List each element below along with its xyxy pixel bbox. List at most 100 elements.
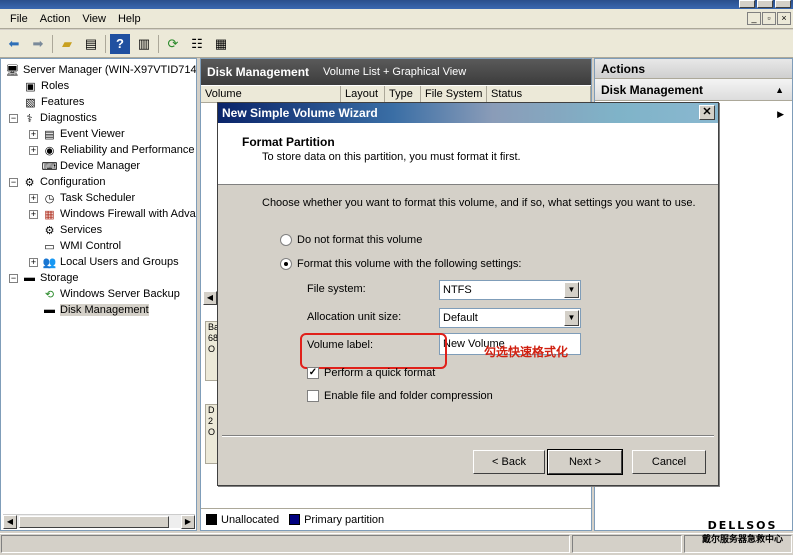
menu-action[interactable]: Action: [34, 13, 77, 25]
minimize-button[interactable]: [739, 0, 755, 8]
help-icon[interactable]: ?: [110, 33, 130, 54]
tree-item-device-manager[interactable]: ⌨ Device Manager: [42, 158, 141, 174]
close-button[interactable]: [775, 0, 791, 8]
watermark-brand: DELLSOS: [707, 519, 778, 532]
back-icon[interactable]: ⬅: [4, 34, 24, 54]
more-actions-icon[interactable]: ▶: [777, 109, 784, 120]
legend-unallocated: Unallocated: [221, 513, 280, 526]
menu-help[interactable]: Help: [112, 13, 147, 25]
instruction-text: Choose whether you want to format this v…: [262, 197, 696, 209]
tree-item-storage[interactable]: − ▬ Storage: [9, 270, 79, 286]
tree-horizontal-scrollbar[interactable]: ◀ ▶: [3, 514, 195, 529]
tree-item-services[interactable]: ⚙ Services: [42, 222, 103, 238]
chevron-up-icon[interactable]: ▲: [775, 79, 784, 101]
tree-item-configuration[interactable]: − ⚙ Configuration: [9, 174, 105, 190]
maximize-button[interactable]: [757, 0, 773, 8]
tree-item-wmi[interactable]: ▭ WMI Control: [42, 238, 121, 254]
tree-item-server-manager[interactable]: 🖥 Server Manager (WIN-X97VTID714: [5, 62, 197, 78]
checkbox-checked-icon[interactable]: ✓: [307, 367, 319, 379]
firewall-icon: ▦: [44, 208, 55, 221]
action-pane-icon[interactable]: ▥: [134, 34, 154, 54]
new-simple-volume-wizard: New Simple Volume Wizard ✕ Format Partit…: [217, 102, 719, 486]
column-status[interactable]: Status: [487, 86, 591, 103]
export-icon[interactable]: ▦: [211, 34, 231, 54]
menu-view[interactable]: View: [76, 13, 112, 25]
collapse-icon[interactable]: −: [9, 177, 18, 187]
chevron-down-icon[interactable]: ▼: [564, 282, 579, 298]
tree-item-event-viewer[interactable]: + ▤ Event Viewer: [29, 126, 125, 142]
menu-file[interactable]: File: [4, 13, 34, 25]
checkbox-icon[interactable]: [307, 390, 319, 402]
next-button[interactable]: Next >: [547, 449, 623, 475]
show-hide-tree-icon[interactable]: ▤: [81, 34, 101, 54]
tree-item-roles[interactable]: ▣ Roles: [23, 78, 69, 94]
expand-icon[interactable]: +: [29, 257, 38, 267]
users-icon: 👥: [42, 256, 57, 269]
cancel-button[interactable]: Cancel: [632, 450, 706, 474]
column-type[interactable]: Type: [385, 86, 421, 103]
pane-title: Disk Management: [207, 65, 310, 79]
legend-primary: Primary partition: [304, 513, 385, 526]
radio-do-not-format[interactable]: Do not format this volume: [280, 234, 422, 246]
mdi-restore-button[interactable]: ▫: [762, 12, 776, 25]
compression-checkbox[interactable]: Enable file and folder compression: [307, 390, 493, 402]
expand-icon[interactable]: +: [29, 129, 38, 139]
mdi-close-button[interactable]: ×: [777, 12, 791, 25]
tree-item-backup[interactable]: ⟲ Windows Server Backup: [42, 286, 180, 302]
refresh-icon[interactable]: ⟳: [163, 34, 183, 54]
tree-item-diagnostics[interactable]: − ⚕ Diagnostics: [9, 110, 97, 126]
actions-header: Actions: [595, 59, 792, 79]
services-icon: ⚙: [44, 224, 55, 237]
forward-icon[interactable]: ➡: [28, 34, 48, 54]
wmi-icon: ▭: [44, 240, 55, 253]
column-layout[interactable]: Layout: [341, 86, 385, 103]
tree-item-label: Diagnostics: [40, 112, 97, 124]
pane-subtitle: Volume List + Graphical View: [323, 66, 467, 78]
actions-section-disk-management[interactable]: Disk Management ▲: [595, 79, 792, 101]
up-folder-icon[interactable]: ▰: [57, 34, 77, 54]
chevron-down-icon[interactable]: ▼: [564, 310, 579, 326]
collapse-icon[interactable]: −: [9, 113, 18, 123]
tree-item-features[interactable]: ▧ Features: [23, 94, 84, 110]
scroll-thumb[interactable]: [19, 516, 169, 528]
expand-icon[interactable]: +: [29, 209, 38, 219]
tree-item-label: Windows Server Backup: [60, 288, 180, 300]
radio-button[interactable]: [280, 234, 292, 246]
storage-icon: ▬: [24, 272, 35, 284]
column-file-system[interactable]: File System: [421, 86, 487, 103]
radio-format-volume[interactable]: Format this volume with the following se…: [280, 258, 521, 270]
clock-icon: ◷: [44, 192, 55, 205]
disk-legend: Unallocated Primary partition: [201, 508, 591, 530]
quick-format-checkbox[interactable]: ✓ Perform a quick format: [307, 367, 435, 379]
tree-item-label: Event Viewer: [60, 128, 125, 140]
tree-item-local-users[interactable]: + 👥 Local Users and Groups: [29, 254, 179, 270]
tree-item-label: WMI Control: [60, 240, 122, 252]
toolbar-separator: [105, 34, 106, 53]
tree-item-firewall[interactable]: + ▦ Windows Firewall with Adva: [29, 206, 196, 222]
status-bar: [0, 533, 793, 555]
expand-icon[interactable]: +: [29, 193, 38, 203]
scroll-right-icon[interactable]: ▶: [181, 515, 195, 529]
annotation-text: 勾选快速格式化: [484, 345, 569, 359]
column-volume[interactable]: Volume: [201, 86, 341, 103]
tree-item-reliability[interactable]: + ◉ Reliability and Performance: [29, 142, 195, 158]
close-icon[interactable]: ✕: [699, 105, 715, 120]
properties-icon[interactable]: ☷: [187, 34, 207, 54]
tree-item-label: Server Manager (WIN-X97VTID714: [23, 64, 197, 76]
primary-swatch: [289, 514, 301, 525]
radio-button[interactable]: [280, 258, 292, 270]
scroll-left-icon[interactable]: ◀: [3, 515, 17, 529]
expand-icon[interactable]: +: [29, 145, 38, 155]
collapse-icon[interactable]: −: [9, 273, 18, 283]
scroll-left-icon[interactable]: ◀: [203, 291, 217, 305]
tree-item-disk-management[interactable]: ▬ Disk Management: [42, 302, 149, 318]
back-button[interactable]: < Back: [473, 450, 545, 474]
tree-item-label: Local Users and Groups: [60, 256, 179, 268]
mdi-minimize-button[interactable]: _: [747, 12, 761, 25]
allocation-unit-select[interactable]: Default ▼: [439, 308, 581, 328]
checkbox-label: Enable file and folder compression: [324, 390, 493, 402]
tree-item-label: Services: [60, 224, 103, 236]
tree-item-task-scheduler[interactable]: + ◷ Task Scheduler: [29, 190, 135, 206]
file-system-select[interactable]: NTFS ▼: [439, 280, 581, 300]
tree-item-label: Reliability and Performance: [60, 144, 195, 156]
